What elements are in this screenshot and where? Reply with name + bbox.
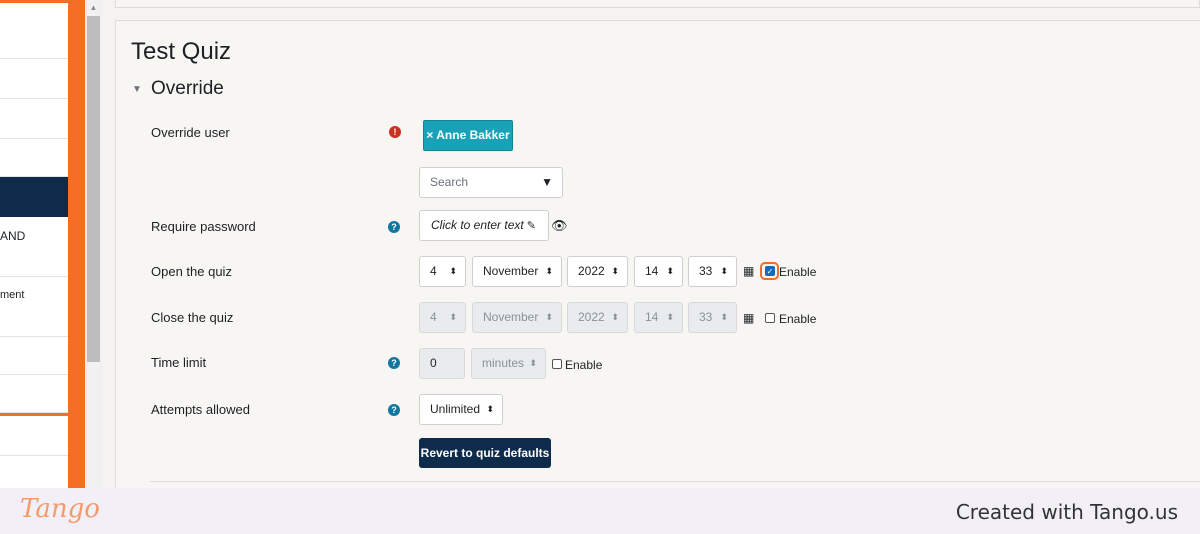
time-unit-select[interactable]: minutes ⬍ [471,348,546,379]
select-arrows-icon: ⬍ [611,312,619,322]
select-arrows-icon: ⬍ [611,266,619,276]
select-arrows-icon: ⬍ [529,358,537,368]
open-enable-checkbox[interactable]: ✓ [765,266,775,276]
course-sidebar: AND ment [0,0,70,488]
close-enable-checkbox[interactable] [765,313,775,323]
sidebar-item[interactable] [0,337,68,375]
help-icon[interactable]: ? [388,357,400,369]
password-field[interactable]: Click to enter text ✎ [419,210,549,241]
form-card [115,20,1200,490]
sidebar-item[interactable] [0,416,68,456]
revert-defaults-button[interactable]: Revert to quiz defaults [419,438,551,468]
close-year-select[interactable]: 2022 ⬍ [567,302,628,333]
help-icon[interactable]: ? [388,404,400,416]
select-arrows-icon: ⬍ [486,404,494,414]
select-arrows-icon: ⬍ [449,266,457,276]
select-arrows-icon: ⬍ [449,312,457,322]
select-arrows-icon: ⬍ [545,266,553,276]
top-card-edge [115,0,1200,8]
tango-footer: Tango Created with Tango.us [0,488,1200,534]
user-search-input[interactable]: Search ▼ [419,167,563,198]
sidebar-item[interactable]: AND [0,217,68,277]
time-limit-input[interactable]: 0 [419,348,465,379]
open-enable-label[interactable]: Enable [779,265,816,279]
help-icon[interactable]: ? [388,221,400,233]
open-day-select[interactable]: 4 ⬍ [419,256,466,287]
time-limit-label: Time limit [151,355,207,370]
select-arrows-icon: ⬍ [545,312,553,322]
close-hour-select[interactable]: 14 ⬍ [634,302,683,333]
select-arrows-icon: ⬍ [720,312,728,322]
sidebar-item[interactable] [0,17,68,59]
override-user-label: Override user [151,125,230,140]
attempts-select[interactable]: Unlimited ⬍ [419,394,503,425]
attempts-label: Attempts allowed [151,402,250,417]
calendar-icon[interactable]: ▦ [743,311,754,325]
open-quiz-label: Open the quiz [151,264,232,279]
required-error-icon: ! [389,126,401,138]
sidebar-item[interactable] [0,99,68,139]
sidebar-item[interactable]: ment [0,277,68,337]
sidebar-item[interactable] [0,59,68,99]
dropdown-arrow-icon: ▼ [541,175,553,189]
select-arrows-icon: ⬍ [666,312,674,322]
calendar-icon[interactable]: ▦ [743,264,754,278]
open-minute-select[interactable]: 33 ⬍ [688,256,737,287]
sidebar-item[interactable] [0,375,68,413]
time-enable-label[interactable]: Enable [565,358,602,372]
close-enable-label[interactable]: Enable [779,312,816,326]
select-arrows-icon: ⬍ [720,266,728,276]
select-arrows-icon: ⬍ [666,266,674,276]
pencil-icon: ✎ [526,220,536,232]
tango-logo: Tango [20,494,100,524]
card-divider [150,481,1200,482]
selected-user-chip[interactable]: × Anne Bakker [423,120,513,151]
sidebar-item-active[interactable] [0,177,68,217]
scrollbar-thumb[interactable] [87,16,100,362]
footer-credit: Created with Tango.us [955,500,1178,524]
scrollbar[interactable]: ▲ [85,0,102,488]
open-month-select[interactable]: November ⬍ [472,256,562,287]
eye-icon[interactable]: 👁 [551,218,568,234]
time-enable-checkbox[interactable] [552,359,562,369]
page-title: Test Quiz [131,38,232,65]
sidebar-item[interactable] [0,139,68,177]
section-title[interactable]: Override [151,78,224,100]
open-year-select[interactable]: 2022 ⬍ [567,256,628,287]
sidebar-accent-bar [68,0,85,488]
require-password-label: Require password [151,219,256,234]
scroll-up-arrow-icon[interactable]: ▲ [85,2,102,14]
close-month-select[interactable]: November ⬍ [472,302,562,333]
open-hour-select[interactable]: 14 ⬍ [634,256,683,287]
close-quiz-label: Close the quiz [151,310,234,325]
close-day-select[interactable]: 4 ⬍ [419,302,466,333]
close-minute-select[interactable]: 33 ⬍ [688,302,737,333]
collapse-caret-icon[interactable]: ▼ [132,84,143,95]
